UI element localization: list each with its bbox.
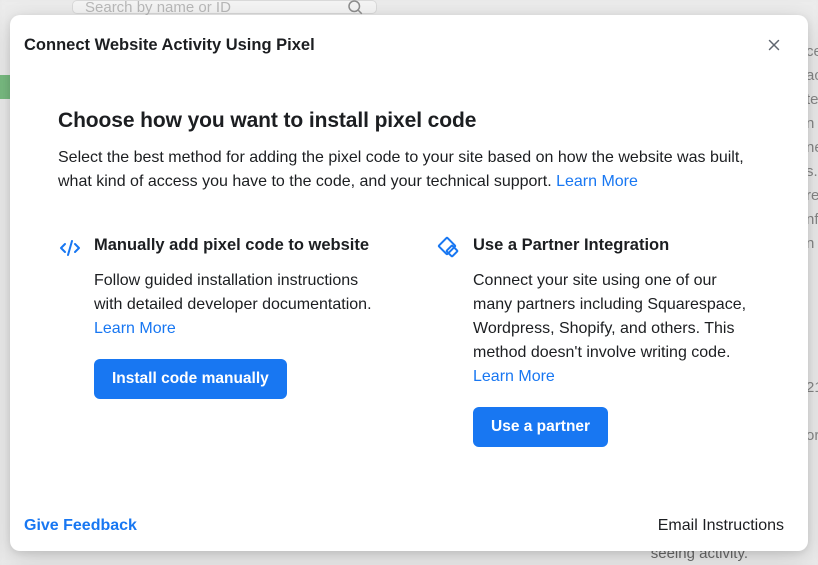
- close-button[interactable]: [760, 31, 788, 59]
- modal-header: Connect Website Activity Using Pixel: [10, 15, 808, 71]
- option-partner-learn-more-link[interactable]: Learn More: [473, 368, 555, 385]
- option-manual-content: Manually add pixel code to website Follo…: [94, 234, 381, 399]
- modal-title: Connect Website Activity Using Pixel: [24, 36, 315, 55]
- option-partner-description: Connect your site using one of our many …: [473, 269, 760, 389]
- option-manual-learn-more-link[interactable]: Learn More: [94, 320, 176, 337]
- main-description: Select the best method for adding the pi…: [58, 146, 760, 194]
- close-icon: [765, 36, 783, 54]
- email-instructions-link[interactable]: Email Instructions: [658, 517, 784, 535]
- option-manual-description-text: Follow guided installation instructions …: [94, 272, 372, 313]
- option-partner-content: Use a Partner Integration Connect your s…: [473, 234, 760, 447]
- option-partner-title: Use a Partner Integration: [473, 234, 760, 257]
- background-search-placeholder: Search by name or ID: [85, 0, 231, 16]
- give-feedback-link[interactable]: Give Feedback: [24, 517, 137, 535]
- option-partner: Use a Partner Integration Connect your s…: [437, 234, 760, 447]
- main-description-text: Select the best method for adding the pi…: [58, 149, 744, 190]
- option-manual-description: Follow guided installation instructions …: [94, 269, 381, 341]
- install-options: Manually add pixel code to website Follo…: [58, 234, 760, 447]
- main-heading: Choose how you want to install pixel cod…: [58, 109, 760, 133]
- search-icon: [346, 0, 364, 16]
- use-a-partner-button[interactable]: Use a partner: [473, 407, 608, 447]
- background-search-field: Search by name or ID: [72, 0, 377, 14]
- learn-more-link[interactable]: Learn More: [556, 173, 638, 190]
- partner-icon: [437, 236, 461, 260]
- install-code-manually-button[interactable]: Install code manually: [94, 359, 287, 399]
- option-manual-title: Manually add pixel code to website: [94, 234, 381, 257]
- modal-body: Choose how you want to install pixel cod…: [10, 71, 808, 503]
- code-icon: [58, 236, 82, 260]
- pixel-install-modal: Connect Website Activity Using Pixel Cho…: [10, 15, 808, 551]
- modal-footer: Give Feedback Email Instructions: [10, 503, 808, 551]
- option-partner-description-text: Connect your site using one of our many …: [473, 272, 746, 361]
- option-manual: Manually add pixel code to website Follo…: [58, 234, 381, 447]
